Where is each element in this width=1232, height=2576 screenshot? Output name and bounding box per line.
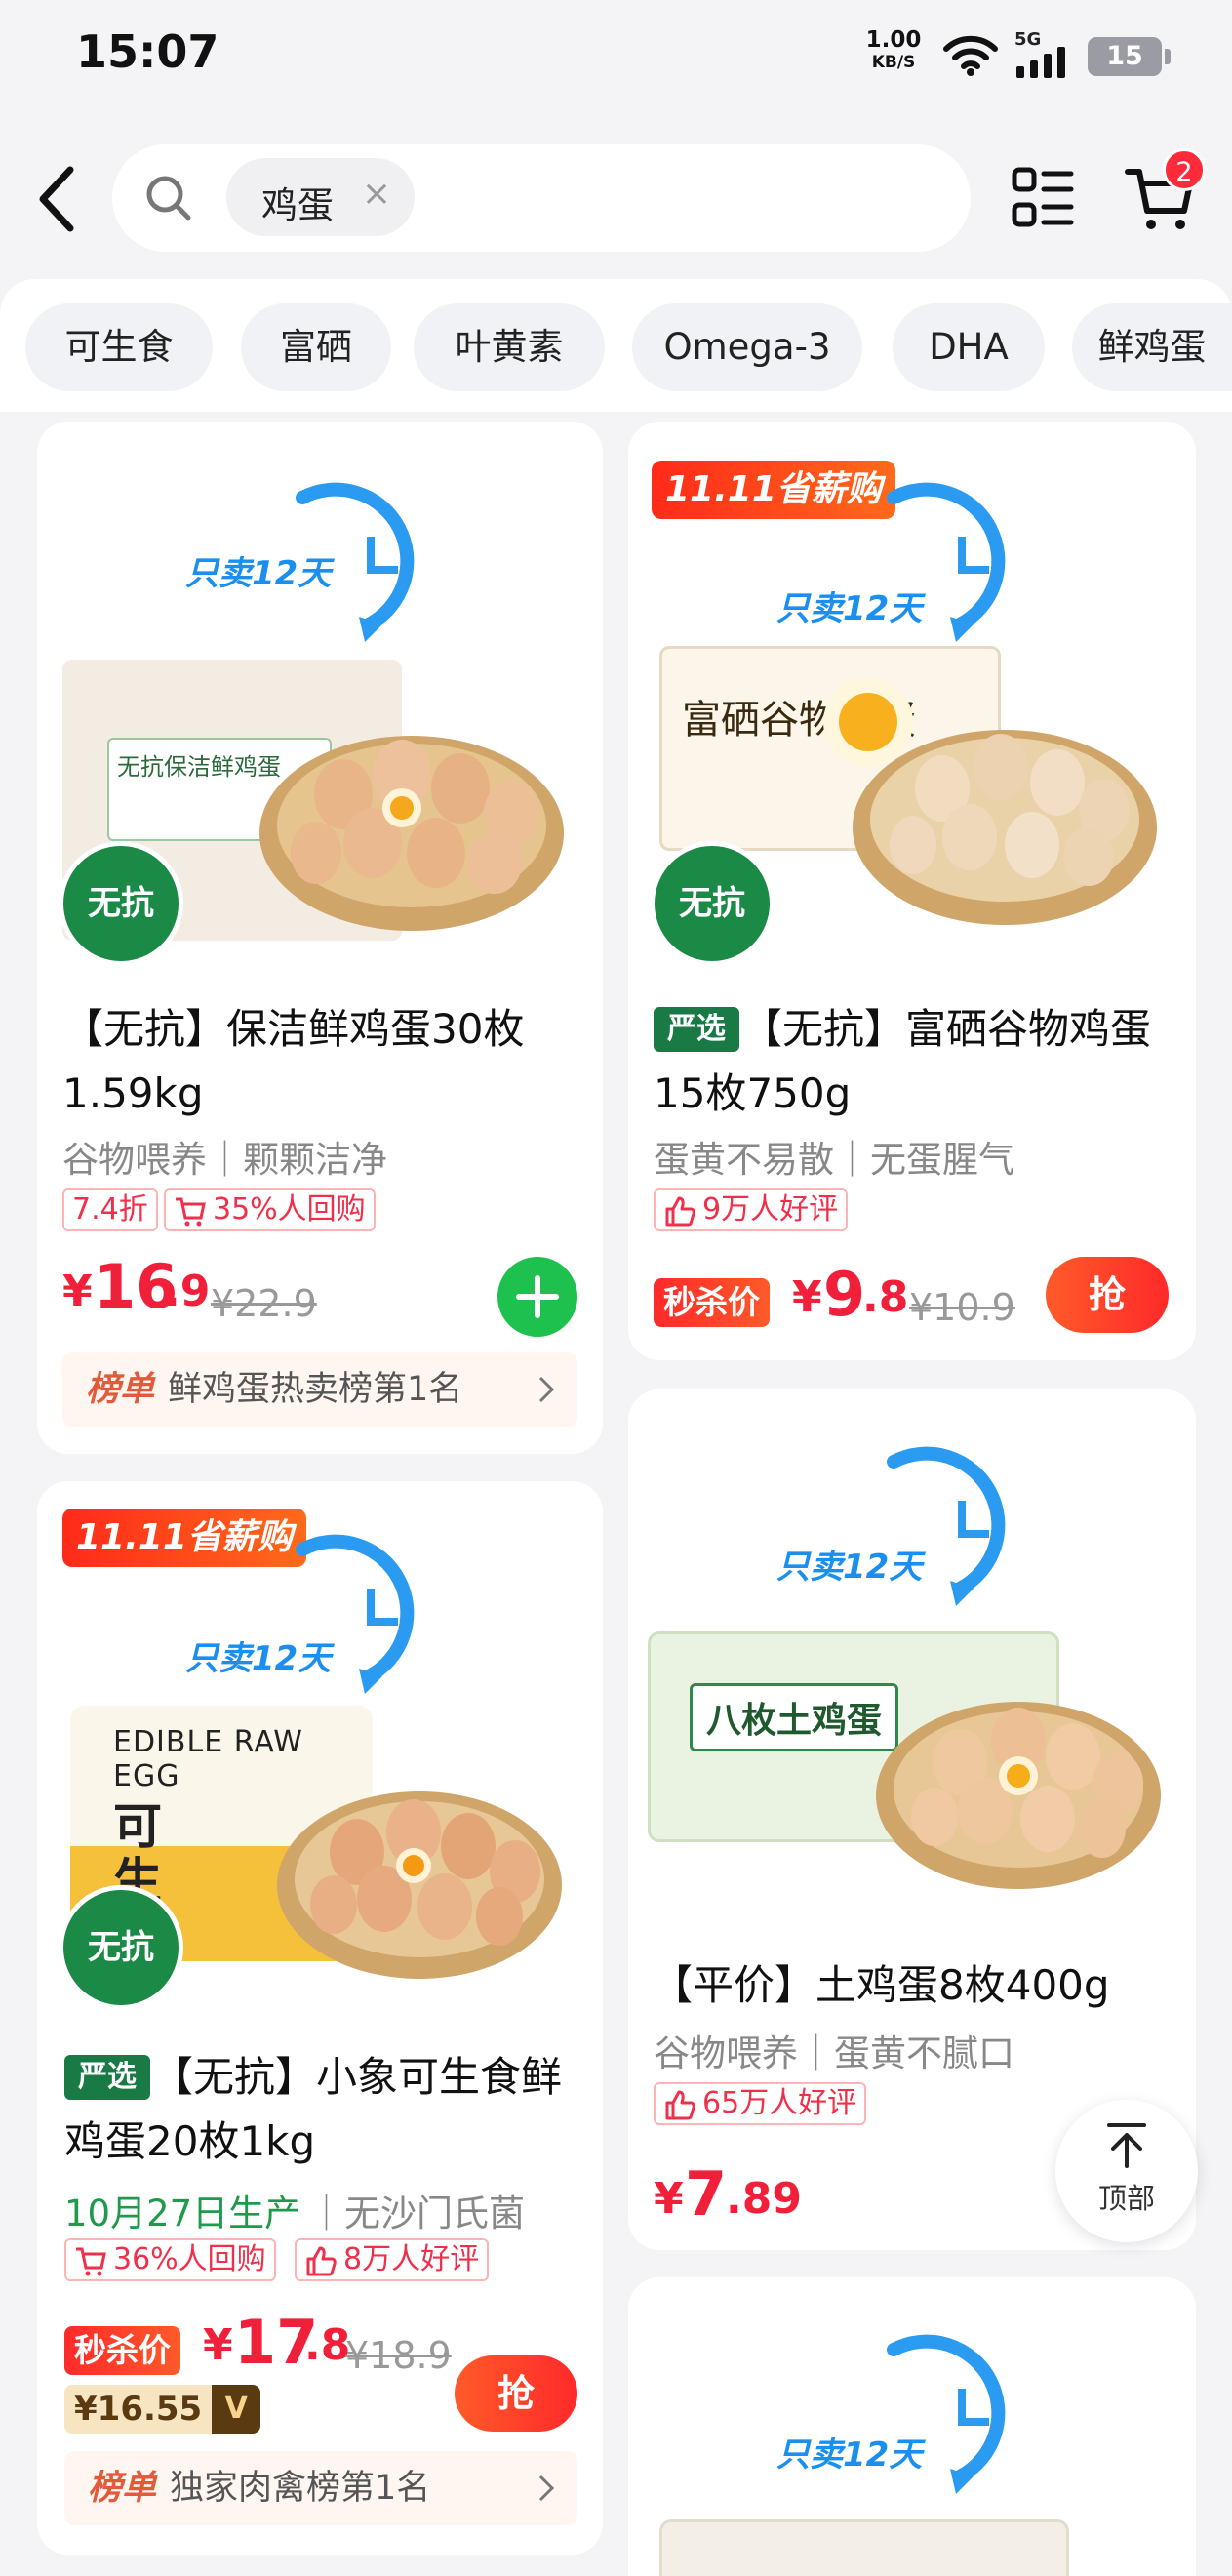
filter-pill[interactable]: DHA <box>893 303 1045 391</box>
no-antibiotics-badge: 无抗 <box>59 841 183 966</box>
currency-symbol: ¥ <box>203 2320 233 2370</box>
thumbs-up-icon <box>665 1196 695 1227</box>
grab-button[interactable]: 抢 <box>455 2355 577 2432</box>
plus-icon <box>516 1275 559 1318</box>
currency-symbol: ¥ <box>62 1267 93 1316</box>
promo-12-days-text: 只卖12天 <box>185 1639 332 1678</box>
product-title: 【无抗】小象可生食鲜 <box>152 2053 563 2101</box>
signal-icon <box>1016 47 1065 78</box>
price-decimal: .9 <box>164 1267 211 1316</box>
egg-basket-image <box>259 736 564 931</box>
product-title: 【平价】土鸡蛋8枚400g <box>652 1961 1110 2009</box>
rating-text: 8万人好评 <box>343 2242 480 2276</box>
original-price: ¥18.9 <box>345 2334 452 2377</box>
back-to-top-button[interactable]: 顶部 <box>1055 2100 1198 2242</box>
net-speed: 1.00 KB/S <box>862 29 925 74</box>
wifi-icon <box>943 35 998 76</box>
list-view-icon[interactable] <box>1011 166 1075 230</box>
member-price: ¥16.55 <box>74 2390 203 2429</box>
back-icon[interactable] <box>29 162 88 236</box>
promo-12-days-text: 只卖12天 <box>185 554 332 593</box>
filter-pill[interactable]: 可生食 <box>25 303 213 391</box>
no-antibiotics-badge: 无抗 <box>650 841 775 966</box>
cart-count-badge: 2 <box>1163 148 1206 191</box>
repurchase-tag: 36%人回购 <box>64 2238 276 2281</box>
price-integer: 7 <box>685 2158 728 2230</box>
filter-pill[interactable]: 鲜鸡蛋 <box>1072 303 1232 391</box>
repurchase-text: 36%人回购 <box>113 2242 266 2276</box>
filter-pill[interactable]: 叶黄素 <box>414 303 605 391</box>
repurchase-tag: 35%人回购 <box>164 1188 376 1231</box>
promo-12-days-text: 只卖12天 <box>776 2435 923 2475</box>
rating-tag: 8万人好评 <box>295 2238 490 2281</box>
search-icon <box>146 176 191 221</box>
yanxuan-badge: 严选 <box>654 1007 739 1052</box>
egg-basket-image <box>876 1702 1161 1889</box>
price-integer: 9 <box>823 1259 866 1330</box>
product-subtitle: 谷物喂养｜颗颗洁净 <box>62 1139 387 1181</box>
add-to-cart-button[interactable] <box>497 1257 577 1337</box>
filter-pill[interactable]: 富硒 <box>241 303 391 391</box>
search-query-text: 鸡蛋 <box>261 184 334 226</box>
original-price: ¥22.9 <box>211 1282 317 1325</box>
rank-text: 独家肉禽榜第1名 <box>170 2469 431 2508</box>
package-label: 八枚土鸡蛋 <box>690 1683 899 1751</box>
product-title-line: 1.59kg <box>62 1069 204 1117</box>
thumbs-up-icon <box>306 2246 337 2276</box>
currency-symbol: ¥ <box>654 2174 684 2224</box>
rating-text: 65万人好评 <box>702 2086 857 2120</box>
price-decimal: .8 <box>862 1272 909 1322</box>
filter-pill[interactable]: Omega-3 <box>632 303 862 391</box>
repurchase-text: 35%人回购 <box>213 1192 366 1227</box>
product-title: 鸡蛋20枚1kg <box>64 2117 316 2165</box>
egg-basket-image <box>277 1791 562 1979</box>
member-v-icon: V <box>212 2385 261 2434</box>
product-subtitle: ｜无沙门氏菌 <box>308 2193 525 2234</box>
battery-icon: 15 <box>1088 37 1171 76</box>
chevron-right-icon <box>538 1376 555 1403</box>
cart-small-icon <box>76 2247 106 2276</box>
status-time: 15:07 <box>76 25 219 78</box>
net-speed-value: 1.00 <box>865 27 922 53</box>
rating-tag: 9万人好评 <box>654 1188 849 1231</box>
promo-12-days-text: 只卖12天 <box>776 1548 923 1587</box>
back-to-top-label: 顶部 <box>1097 2182 1155 2215</box>
production-date: 10月27日生产 <box>64 2193 301 2234</box>
rating-tag: 65万人好评 <box>654 2082 867 2125</box>
clear-query-icon[interactable]: × <box>359 174 394 217</box>
rank-text: 鲜鸡蛋热卖榜第1名 <box>168 1370 463 1409</box>
no-antibiotics-badge: 无抗 <box>59 1885 183 2010</box>
chevron-right-icon <box>538 2475 555 2502</box>
product-title: 【无抗】富硒谷物鸡蛋 <box>741 1005 1152 1053</box>
net-speed-unit: KB/S <box>871 53 916 72</box>
original-price: ¥10.9 <box>909 1286 1015 1329</box>
cart-small-icon <box>176 1197 206 1227</box>
flash-sale-badge: 秒杀价 <box>64 2326 180 2375</box>
product-image-tray <box>659 2519 1069 2576</box>
arrow-up-icon <box>1107 2123 1146 2168</box>
currency-symbol: ¥ <box>792 1272 822 1322</box>
rank-bar[interactable]: 榜单 独家肉禽榜第1名 <box>64 2451 577 2525</box>
rank-label: 榜单 <box>86 1370 155 1409</box>
product-title: 15枚750g <box>654 1069 852 1117</box>
promo-12-days-text: 只卖12天 <box>776 589 923 628</box>
member-price-badge: ¥16.55 V <box>64 2385 261 2434</box>
product-subtitle: 谷物喂养｜蛋黄不腻口 <box>654 2033 1014 2074</box>
price-decimal: .89 <box>726 2174 802 2224</box>
product-title: 【无抗】保洁鲜鸡蛋30枚 1.59kg <box>62 997 589 1126</box>
egg-yolk-image <box>823 677 913 767</box>
thumbs-up-icon <box>665 2090 695 2120</box>
rating-text: 9万人好评 <box>702 1192 839 1227</box>
product-title-line: 【无抗】保洁鲜鸡蛋30枚 <box>62 1005 525 1053</box>
rank-label: 榜单 <box>88 2469 157 2508</box>
rank-bar[interactable]: 榜单 鲜鸡蛋热卖榜第1名 <box>62 1352 577 1427</box>
yanxuan-badge: 严选 <box>64 2055 150 2100</box>
discount-tag: 7.4折 <box>62 1188 158 1231</box>
flash-sale-badge: 秒杀价 <box>654 1278 770 1327</box>
grab-button[interactable]: 抢 <box>1046 1257 1169 1333</box>
price-decimal: .8 <box>304 2320 351 2370</box>
product-subtitle: 蛋黄不易散｜无蛋腥气 <box>654 1139 1014 1181</box>
